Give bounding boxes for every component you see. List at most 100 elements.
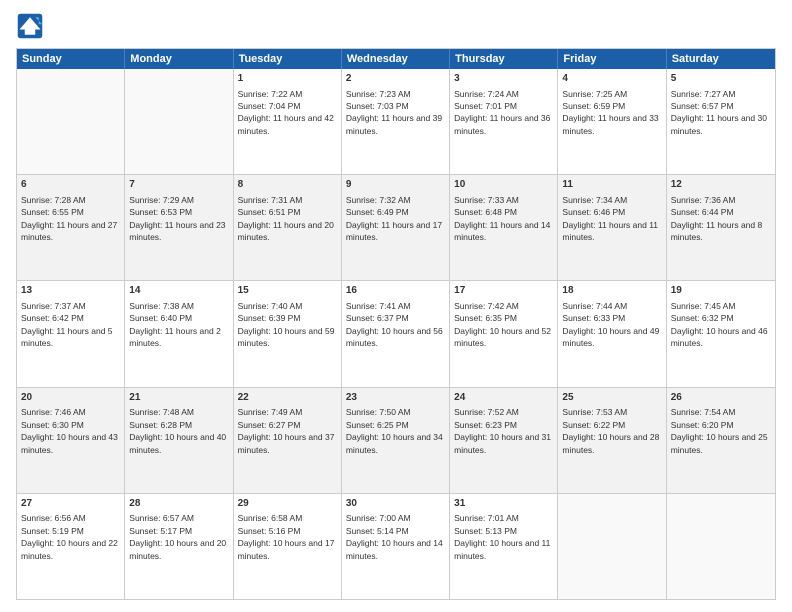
calendar-cell: 23 Sunrise: 7:50 AM Sunset: 6:25 PM Dayli… — [342, 388, 450, 493]
day-info: Sunrise: 7:01 AM Sunset: 5:13 PM Dayligh… — [454, 513, 550, 560]
calendar-cell: 8 Sunrise: 7:31 AM Sunset: 6:51 PM Daylig… — [234, 175, 342, 280]
day-number: 5 — [671, 72, 771, 86]
calendar: SundayMondayTuesdayWednesdayThursdayFrid… — [16, 48, 776, 600]
calendar-cell: 5 Sunrise: 7:27 AM Sunset: 6:57 PM Daylig… — [667, 69, 775, 174]
header — [16, 12, 776, 40]
calendar-header-cell: Sunday — [17, 49, 125, 69]
calendar-cell: 16 Sunrise: 7:41 AM Sunset: 6:37 PM Dayli… — [342, 281, 450, 386]
calendar-row: 6 Sunrise: 7:28 AM Sunset: 6:55 PM Daylig… — [17, 174, 775, 280]
day-number: 8 — [238, 178, 337, 192]
calendar-cell: 7 Sunrise: 7:29 AM Sunset: 6:53 PM Daylig… — [125, 175, 233, 280]
day-info: Sunrise: 7:45 AM Sunset: 6:32 PM Dayligh… — [671, 301, 768, 348]
calendar-cell: 10 Sunrise: 7:33 AM Sunset: 6:48 PM Dayli… — [450, 175, 558, 280]
calendar-header-cell: Monday — [125, 49, 233, 69]
calendar-cell — [558, 494, 666, 599]
day-number: 9 — [346, 178, 445, 192]
day-number: 23 — [346, 391, 445, 405]
day-info: Sunrise: 7:32 AM Sunset: 6:49 PM Dayligh… — [346, 195, 442, 242]
day-number: 15 — [238, 284, 337, 298]
calendar-cell: 31 Sunrise: 7:01 AM Sunset: 5:13 PM Dayli… — [450, 494, 558, 599]
calendar-cell: 3Sunrise: 7:24 AM Sunset: 7:01 PM Daylig… — [450, 69, 558, 174]
day-number: 12 — [671, 178, 771, 192]
day-info: Sunrise: 7:44 AM Sunset: 6:33 PM Dayligh… — [562, 301, 659, 348]
day-number: 27 — [21, 497, 120, 511]
calendar-row: 13 Sunrise: 7:37 AM Sunset: 6:42 PM Dayli… — [17, 280, 775, 386]
day-number: 25 — [562, 391, 661, 405]
calendar-cell: 1 Sunrise: 7:22 AM Sunset: 7:04 PM Daylig… — [234, 69, 342, 174]
day-number: 7 — [129, 178, 228, 192]
day-number: 14 — [129, 284, 228, 298]
calendar-header-cell: Friday — [558, 49, 666, 69]
day-info: Sunrise: 6:56 AM Sunset: 5:19 PM Dayligh… — [21, 513, 118, 560]
day-info: Sunrise: 7:00 AM Sunset: 5:14 PM Dayligh… — [346, 513, 443, 560]
day-info: Sunrise: 7:46 AM Sunset: 6:30 PM Dayligh… — [21, 407, 118, 454]
day-number: 30 — [346, 497, 445, 511]
day-info: Sunrise: 7:36 AM Sunset: 6:44 PM Dayligh… — [671, 195, 763, 242]
day-info: Sunrise: 7:28 AM Sunset: 6:55 PM Dayligh… — [21, 195, 117, 242]
day-info: Sunrise: 7:50 AM Sunset: 6:25 PM Dayligh… — [346, 407, 443, 454]
day-number: 4 — [562, 72, 661, 86]
calendar-cell: 12 Sunrise: 7:36 AM Sunset: 6:44 PM Dayli… — [667, 175, 775, 280]
calendar-cell — [667, 494, 775, 599]
calendar-cell: 26Sunrise: 7:54 AM Sunset: 6:20 PM Dayli… — [667, 388, 775, 493]
calendar-body: 1 Sunrise: 7:22 AM Sunset: 7:04 PM Daylig… — [17, 69, 775, 599]
day-info: Sunrise: 7:37 AM Sunset: 6:42 PM Dayligh… — [21, 301, 113, 348]
calendar-cell: 6 Sunrise: 7:28 AM Sunset: 6:55 PM Daylig… — [17, 175, 125, 280]
calendar-cell: 13 Sunrise: 7:37 AM Sunset: 6:42 PM Dayli… — [17, 281, 125, 386]
day-number: 3 — [454, 72, 553, 86]
day-info: Sunrise: 6:58 AM Sunset: 5:16 PM Dayligh… — [238, 513, 335, 560]
day-info: Sunrise: 7:29 AM Sunset: 6:53 PM Dayligh… — [129, 195, 225, 242]
calendar-header-cell: Tuesday — [234, 49, 342, 69]
day-info: Sunrise: 7:42 AM Sunset: 6:35 PM Dayligh… — [454, 301, 551, 348]
day-info: Sunrise: 7:40 AM Sunset: 6:39 PM Dayligh… — [238, 301, 335, 348]
day-info: Sunrise: 7:27 AM Sunset: 6:57 PM Dayligh… — [671, 89, 767, 136]
calendar-cell: 30 Sunrise: 7:00 AM Sunset: 5:14 PM Dayli… — [342, 494, 450, 599]
day-info: Sunrise: 7:33 AM Sunset: 6:48 PM Dayligh… — [454, 195, 550, 242]
day-number: 28 — [129, 497, 228, 511]
calendar-header-cell: Wednesday — [342, 49, 450, 69]
day-number: 29 — [238, 497, 337, 511]
day-number: 13 — [21, 284, 120, 298]
day-info: Sunrise: 7:53 AM Sunset: 6:22 PM Dayligh… — [562, 407, 659, 454]
day-info: Sunrise: 7:52 AM Sunset: 6:23 PM Dayligh… — [454, 407, 551, 454]
calendar-cell: 15 Sunrise: 7:40 AM Sunset: 6:39 PM Dayli… — [234, 281, 342, 386]
day-number: 21 — [129, 391, 228, 405]
calendar-cell: 19 Sunrise: 7:45 AM Sunset: 6:32 PM Dayli… — [667, 281, 775, 386]
calendar-cell: 24 Sunrise: 7:52 AM Sunset: 6:23 PM Dayli… — [450, 388, 558, 493]
day-info: Sunrise: 7:22 AM Sunset: 7:04 PM Dayligh… — [238, 89, 334, 136]
day-info: Sunrise: 7:54 AM Sunset: 6:20 PM Dayligh… — [671, 407, 768, 454]
day-number: 18 — [562, 284, 661, 298]
day-number: 24 — [454, 391, 553, 405]
calendar-cell: 28 Sunrise: 6:57 AM Sunset: 5:17 PM Dayli… — [125, 494, 233, 599]
calendar-header-row: SundayMondayTuesdayWednesdayThursdayFrid… — [17, 49, 775, 69]
calendar-cell — [125, 69, 233, 174]
day-number: 11 — [562, 178, 661, 192]
day-info: Sunrise: 7:38 AM Sunset: 6:40 PM Dayligh… — [129, 301, 221, 348]
day-number: 22 — [238, 391, 337, 405]
day-info: Sunrise: 6:57 AM Sunset: 5:17 PM Dayligh… — [129, 513, 226, 560]
day-info: Sunrise: 7:34 AM Sunset: 6:46 PM Dayligh… — [562, 195, 658, 242]
day-number: 2 — [346, 72, 445, 86]
day-number: 31 — [454, 497, 553, 511]
day-number: 10 — [454, 178, 553, 192]
calendar-cell: 9 Sunrise: 7:32 AM Sunset: 6:49 PM Daylig… — [342, 175, 450, 280]
logo-icon — [16, 12, 44, 40]
calendar-cell: 11 Sunrise: 7:34 AM Sunset: 6:46 PM Dayli… — [558, 175, 666, 280]
calendar-cell: 4Sunrise: 7:25 AM Sunset: 6:59 PM Daylig… — [558, 69, 666, 174]
day-info: Sunrise: 7:31 AM Sunset: 6:51 PM Dayligh… — [238, 195, 334, 242]
day-info: Sunrise: 7:41 AM Sunset: 6:37 PM Dayligh… — [346, 301, 443, 348]
calendar-row: 1 Sunrise: 7:22 AM Sunset: 7:04 PM Daylig… — [17, 69, 775, 174]
day-number: 6 — [21, 178, 120, 192]
calendar-header-cell: Thursday — [450, 49, 558, 69]
day-info: Sunrise: 7:23 AM Sunset: 7:03 PM Dayligh… — [346, 89, 442, 136]
day-number: 17 — [454, 284, 553, 298]
calendar-cell: 14 Sunrise: 7:38 AM Sunset: 6:40 PM Dayli… — [125, 281, 233, 386]
day-number: 16 — [346, 284, 445, 298]
calendar-cell: 20Sunrise: 7:46 AM Sunset: 6:30 PM Dayli… — [17, 388, 125, 493]
calendar-cell: 2 Sunrise: 7:23 AM Sunset: 7:03 PM Daylig… — [342, 69, 450, 174]
calendar-cell: 29 Sunrise: 6:58 AM Sunset: 5:16 PM Dayli… — [234, 494, 342, 599]
day-number: 19 — [671, 284, 771, 298]
calendar-cell: 18 Sunrise: 7:44 AM Sunset: 6:33 PM Dayli… — [558, 281, 666, 386]
day-number: 1 — [238, 72, 337, 86]
calendar-page: SundayMondayTuesdayWednesdayThursdayFrid… — [0, 0, 792, 612]
